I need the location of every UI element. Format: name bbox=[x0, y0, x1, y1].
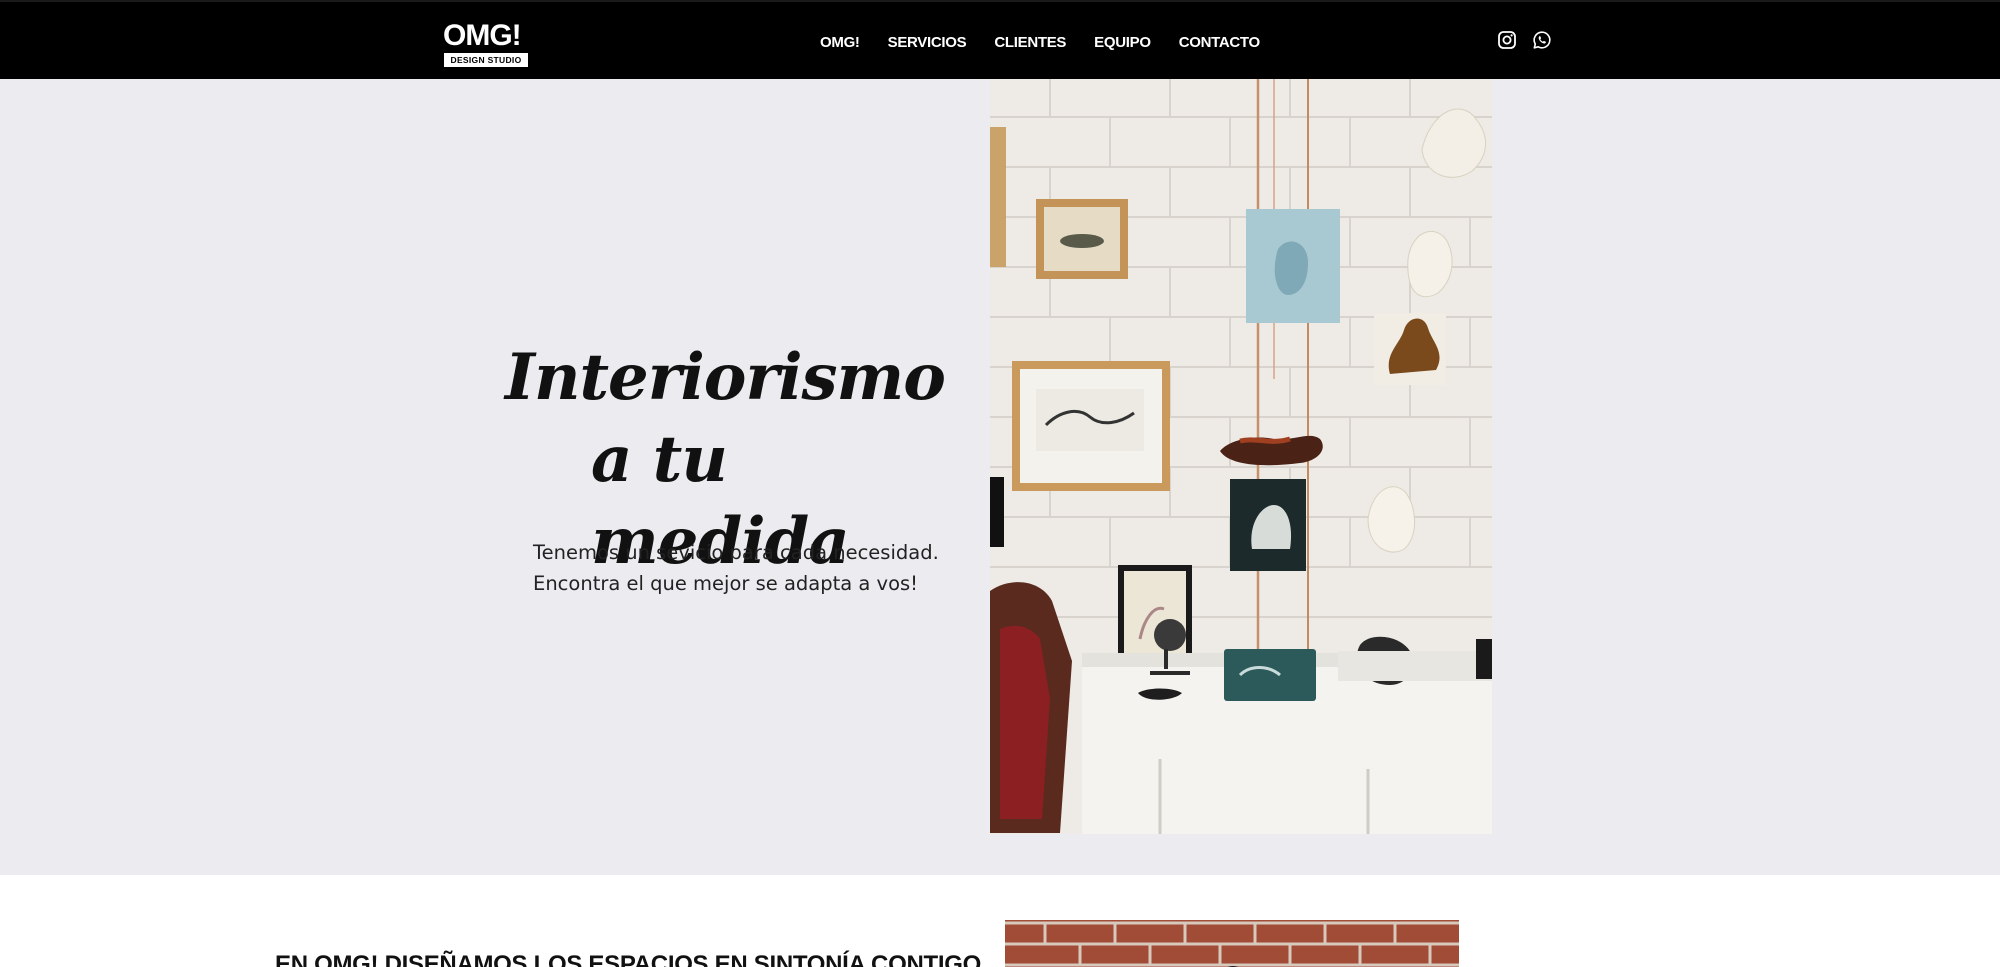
about-heading: EN OMG! DISEÑAMOS LOS ESPACIOS EN SINTON… bbox=[275, 951, 981, 967]
about-photo-brick-wall bbox=[1005, 920, 1459, 967]
main-menu: OMG! SERVICIOS CLIENTES EQUIPO CONTACTO bbox=[820, 31, 1260, 55]
top-navbar: OMG! DESIGN STUDIO OMG! SERVICIOS CLIENT… bbox=[0, 0, 2000, 79]
nav-item-equipo[interactable]: EQUIPO bbox=[1094, 31, 1151, 55]
hero-section: Interiorismo a tu medida Tenemos un sevi… bbox=[0, 79, 2000, 875]
about-section: EN OMG! DISEÑAMOS LOS ESPACIOS EN SINTON… bbox=[0, 875, 2000, 967]
hero-text-line-2: Encontra el que mejor se adapta a vos! bbox=[533, 572, 919, 595]
brand-tagline: DESIGN STUDIO bbox=[444, 53, 528, 67]
hero-description: Tenemos un sevicio para cada necesidad. … bbox=[533, 537, 953, 599]
nav-item-servicios[interactable]: SERVICIOS bbox=[888, 31, 967, 55]
brand-logo[interactable]: OMG! DESIGN STUDIO bbox=[443, 20, 529, 70]
nav-item-clientes[interactable]: CLIENTES bbox=[994, 31, 1066, 55]
instagram-icon[interactable] bbox=[1497, 30, 1517, 50]
brand-name: OMG! bbox=[443, 19, 522, 52]
nav-item-omg[interactable]: OMG! bbox=[820, 31, 860, 55]
nav-item-contacto[interactable]: CONTACTO bbox=[1179, 31, 1261, 55]
hero-text-line-1: Tenemos un sevicio para cada necesidad. bbox=[533, 541, 939, 564]
whatsapp-icon[interactable] bbox=[1532, 30, 1552, 50]
hero-photo-gallery-wall bbox=[990, 79, 1492, 834]
hero-title-line-1: Interiorismo bbox=[505, 340, 946, 415]
